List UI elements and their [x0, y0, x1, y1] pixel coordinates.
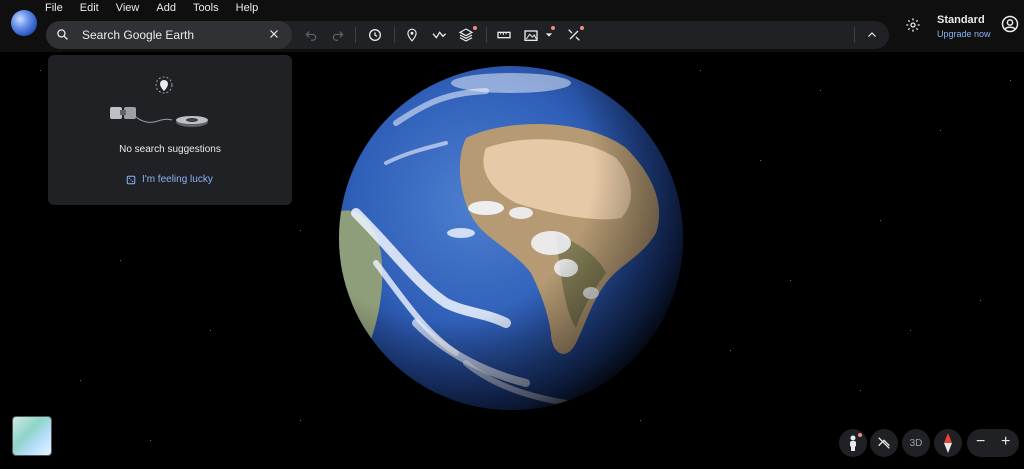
menu-add[interactable]: Add: [156, 1, 176, 15]
notification-dot: [580, 26, 584, 30]
earth-globe-image: [339, 66, 683, 410]
3d-label: 3D: [909, 437, 923, 449]
chevron-up-icon[interactable]: [863, 26, 881, 44]
notification-dot: [473, 26, 477, 30]
toolbar-divider: [854, 27, 855, 43]
menu-bar: File Edit View Add Tools Help: [45, 1, 275, 15]
3d-view-toggle[interactable]: 3D: [902, 429, 930, 457]
plan-label: Standard: [937, 14, 985, 26]
no-suggestions-text: No search suggestions: [119, 144, 221, 155]
app-header: File Edit View Add Tools Help Search Goo…: [0, 0, 1024, 52]
feeling-lucky-label: I'm feeling lucky: [142, 174, 213, 185]
earth-globe[interactable]: [336, 63, 686, 413]
map-layer-thumbnail[interactable]: [12, 416, 52, 456]
undo-icon[interactable]: [302, 26, 320, 44]
disable-tilt-button[interactable]: [870, 429, 898, 457]
zoom-controls: − +: [967, 429, 1019, 457]
pegman-button[interactable]: [839, 429, 867, 457]
account-avatar-icon[interactable]: [1001, 15, 1019, 33]
pegman-icon: [850, 435, 856, 451]
menu-view[interactable]: View: [116, 1, 140, 15]
search-icon: [57, 29, 68, 40]
toolbar-divider: [394, 27, 395, 43]
notification-dot: [858, 433, 862, 437]
map-style-icon[interactable]: [522, 26, 540, 44]
upgrade-link[interactable]: Upgrade now: [937, 29, 991, 39]
dice-icon: [126, 175, 136, 184]
search-box[interactable]: Search Google Earth: [46, 21, 292, 49]
search-suggestions-panel: No search suggestions I'm feeling lucky: [48, 55, 292, 205]
feeling-lucky-button[interactable]: I'm feeling lucky: [126, 174, 213, 185]
zoom-out-icon[interactable]: −: [976, 433, 985, 451]
menu-file[interactable]: File: [45, 1, 63, 15]
chevron-down-icon[interactable]: [540, 26, 558, 44]
binoculars-illustration-icon: [110, 76, 208, 127]
compass-button[interactable]: [934, 429, 962, 457]
history-icon[interactable]: [366, 26, 384, 44]
redo-icon[interactable]: [329, 26, 347, 44]
placemark-icon[interactable]: [403, 26, 421, 44]
compass-icon: [944, 433, 952, 453]
menu-help[interactable]: Help: [236, 1, 259, 15]
menu-edit[interactable]: Edit: [80, 1, 99, 15]
toolbar: Search Google Earth: [46, 21, 889, 49]
settings-gear-icon[interactable]: [905, 17, 921, 33]
ruler-icon[interactable]: [495, 26, 513, 44]
google-earth-logo-icon[interactable]: [11, 10, 37, 36]
toolbar-divider: [355, 27, 356, 43]
account-plan: Standard Upgrade now: [937, 14, 991, 39]
zoom-in-icon[interactable]: +: [1001, 433, 1010, 451]
search-input[interactable]: Search Google Earth: [82, 28, 194, 42]
path-icon[interactable]: [430, 26, 448, 44]
toolbar-divider: [486, 27, 487, 43]
menu-tools[interactable]: Tools: [193, 1, 219, 15]
clear-search-icon[interactable]: [268, 28, 280, 40]
notification-dot: [551, 26, 555, 30]
no-tilt-icon: [878, 437, 890, 449]
